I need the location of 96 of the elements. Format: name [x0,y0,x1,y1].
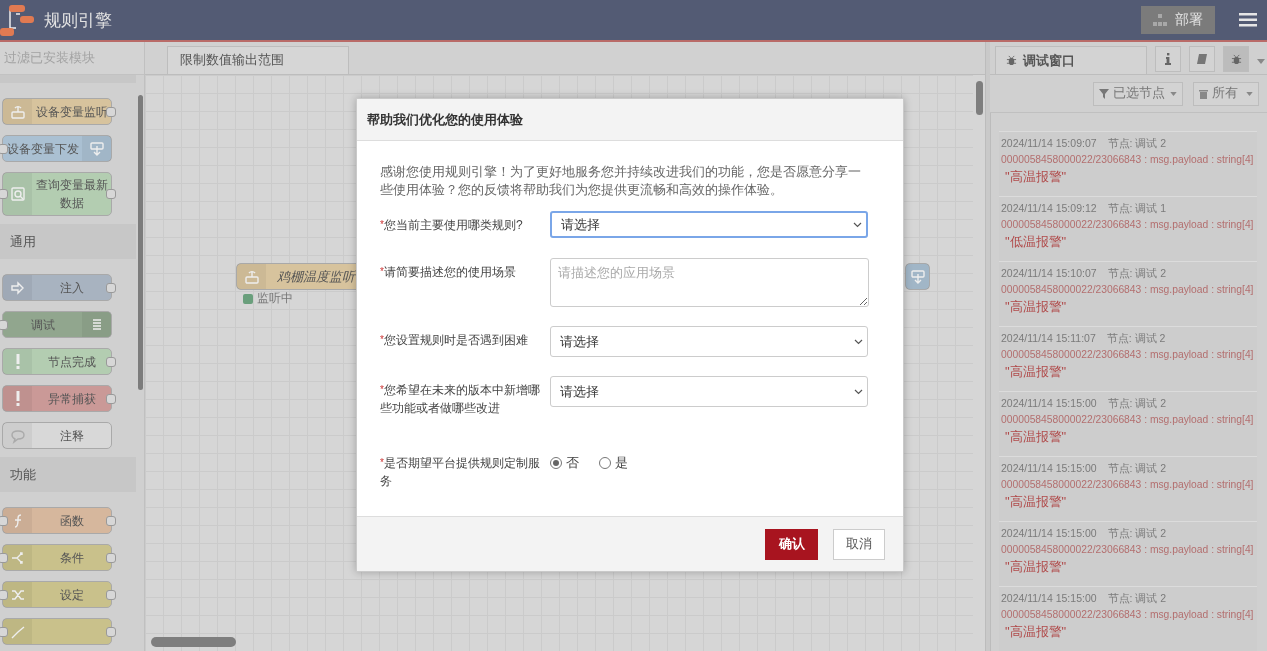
required-mark: * [380,384,384,395]
message-time: 2024/11/14 15:15:00 [1001,462,1097,476]
logo-icon [0,2,36,38]
message-time: 2024/11/14 15:15:00 [1001,527,1097,541]
scrollbar-thumb[interactable] [137,95,143,390]
palette-node[interactable]: 设备变量下发 [2,135,112,162]
exclamation-icon [15,354,20,369]
message-source-label: 节点: 调试 2 [1107,267,1167,281]
network-icon [1153,14,1167,26]
caret-icon[interactable] [1257,59,1265,64]
message-topic: 0000058458000022/23066843 : msg.payload : string[4] [1001,414,1255,425]
message-topic: 0000058458000022/23066843 : msg.payload : string[4] [1001,219,1255,230]
message-source-label: 节点: 调试 1 [1107,202,1167,216]
message-value: "高温报警" [1004,493,1068,511]
search-icon [9,186,26,202]
message-topic: 0000058458000022/23066843 : msg.payload : string[4] [1001,544,1255,555]
debug-button[interactable] [1223,46,1249,72]
trash-icon [1199,88,1208,99]
message-time: 2024/11/14 15:15:00 [1001,592,1097,606]
message-topic: 0000058458000022/23066843 : msg.payload : string[4] [1001,609,1255,620]
select-field[interactable]: 请选择 [550,326,868,357]
message-value: "高温报警" [1004,623,1068,641]
message-time: 2024/11/14 15:10:07 [1001,267,1097,281]
filter-dropdown[interactable]: 已选节点 [1093,81,1183,106]
intro-text: 感谢您使用规则引擎！为了更好地服务您并持续改进我们的功能，您是否愿意分享一些使用体验？您的反馈将帮助我们为您提供更流畅和高效的操作体验。 [380,164,862,199]
dialog-title: 帮助我们优化您的使用体验 [357,99,903,141]
exclamation-icon [15,391,20,406]
book-button[interactable] [1189,46,1215,72]
caret-icon [1170,91,1177,96]
message-time: 2024/11/14 15:11:07 [1001,332,1096,346]
required-mark: * [380,334,384,345]
message-value: "高温报警" [1004,298,1068,316]
info-icon [1165,53,1171,65]
field-label: *您当前主要使用哪类规则? [380,217,524,234]
message-source-label: 节点: 调试 2 [1107,137,1167,151]
message-source-label: 节点: 调试 2 [1107,397,1167,411]
required-mark: * [380,219,384,230]
category-header[interactable]: 通用 [0,224,136,259]
chevron-icon [854,338,863,345]
flow-tab[interactable]: 限制数值输出范围 [167,46,349,74]
split-icon [9,549,26,566]
radio-option[interactable]: 是 [599,454,628,472]
scrollbar-thumb[interactable] [975,81,983,115]
palette-node[interactable]: 调试 [2,311,112,338]
bug-icon [1230,53,1242,65]
download-icon [909,268,926,285]
confirm-button[interactable]: 确认 [765,528,818,560]
select-field[interactable]: 请选择 [550,376,868,407]
message-topic: 0000058458000022/23066843 : msg.payload : string[4] [1001,479,1255,490]
palette-node[interactable]: 注释 [2,422,112,449]
field-label: *您希望在未来的版本中新增哪些功能或者做哪些改进 [380,382,541,417]
field-label: *您设置规则时是否遇到困难 [380,332,529,349]
caret-icon [1246,91,1253,96]
flow-node[interactable] [905,263,930,290]
router-icon [243,268,260,285]
clear-dropdown[interactable]: 所有 [1193,81,1259,106]
message-topic: 0000058458000022/23066843 : msg.payload : string[4] [1001,154,1255,165]
message-topic: 0000058458000022/23066843 : msg.payload : string[4] [1001,284,1255,295]
select-field[interactable]: 请选择 [550,211,868,238]
field-label: *是否期望平台提供规则定制服务 [380,455,541,490]
message-source-label: 节点: 调试 2 [1106,332,1166,346]
radio-option[interactable]: 否 [550,454,579,472]
arrow-icon [9,279,26,296]
speech-bubble-icon [9,427,26,444]
required-mark: * [380,266,384,277]
download-icon [88,140,105,157]
message-value: "高温报警" [1004,558,1068,576]
scrollbar-thumb[interactable] [151,637,236,647]
message-value: "低温报警" [1004,233,1068,251]
message-value: "高温报警" [1004,363,1068,381]
message-topic: 0000058458000022/23066843 : msg.payload : string[4] [1001,349,1255,360]
message-time: 2024/11/14 15:15:00 [1001,397,1097,411]
app-title: 规则引擎 [44,9,113,32]
bug-icon [1006,55,1017,66]
status-text: 监听中 [257,291,293,306]
category-header[interactable]: 功能 [0,457,136,492]
field-label: *请简要描述您的使用场景 [380,264,517,281]
message-source-label: 节点: 调试 2 [1107,592,1167,606]
chevron-icon [854,388,863,395]
menu-icon[interactable] [1239,13,1257,27]
info-button[interactable] [1155,46,1181,72]
message-source-label: 节点: 调试 2 [1107,527,1167,541]
required-mark: * [380,457,384,468]
message-value: "高温报警" [1004,168,1068,186]
chevron-icon [853,221,862,228]
cancel-button[interactable]: 取消 [833,528,885,560]
message-source-label: 节点: 调试 2 [1107,462,1167,476]
filter-icon [1099,88,1109,99]
message-value: "高温报警" [1004,428,1068,446]
description-field[interactable]: 请描述您的应用场景 [550,258,869,307]
sidebar-tab[interactable]: 调试窗口 [995,46,1147,74]
message-time: 2024/11/14 15:09:12 [1001,202,1097,216]
message-time: 2024/11/14 15:09:07 [1001,137,1097,151]
book-icon [1196,53,1208,65]
router-icon [9,103,26,120]
branch-icon [9,623,26,640]
